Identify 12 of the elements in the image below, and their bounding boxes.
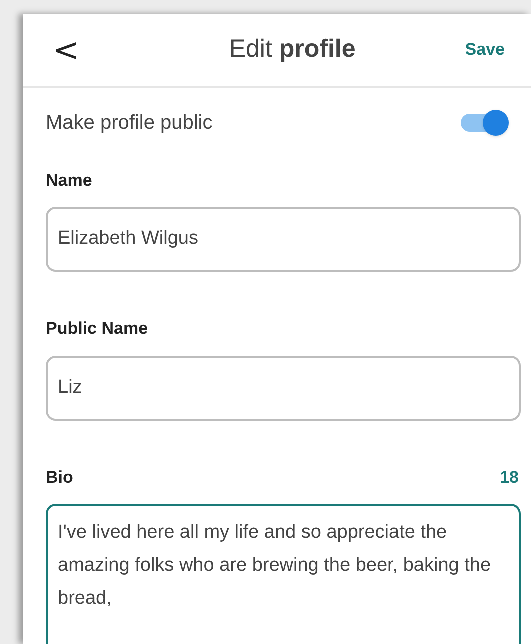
save-button[interactable]: Save	[465, 37, 505, 62]
back-button[interactable]: <	[53, 34, 80, 66]
character-counter: 18	[500, 466, 520, 488]
page-title: Edit profile	[229, 34, 356, 65]
bio-field[interactable]: I've lived here all my life and so appreciate the amazing folks who are brewing the beer, baking the bread,	[46, 504, 521, 644]
field-label: Bio	[46, 466, 74, 488]
toggle-label: Make profile public	[46, 110, 213, 136]
field-label: Name	[46, 170, 92, 192]
public-toggle[interactable]	[459, 110, 509, 136]
field-label: Public Name	[46, 318, 148, 340]
text-field[interactable]: Elizabeth Wilgus	[46, 207, 521, 272]
text-field[interactable]: Liz	[46, 356, 521, 420]
